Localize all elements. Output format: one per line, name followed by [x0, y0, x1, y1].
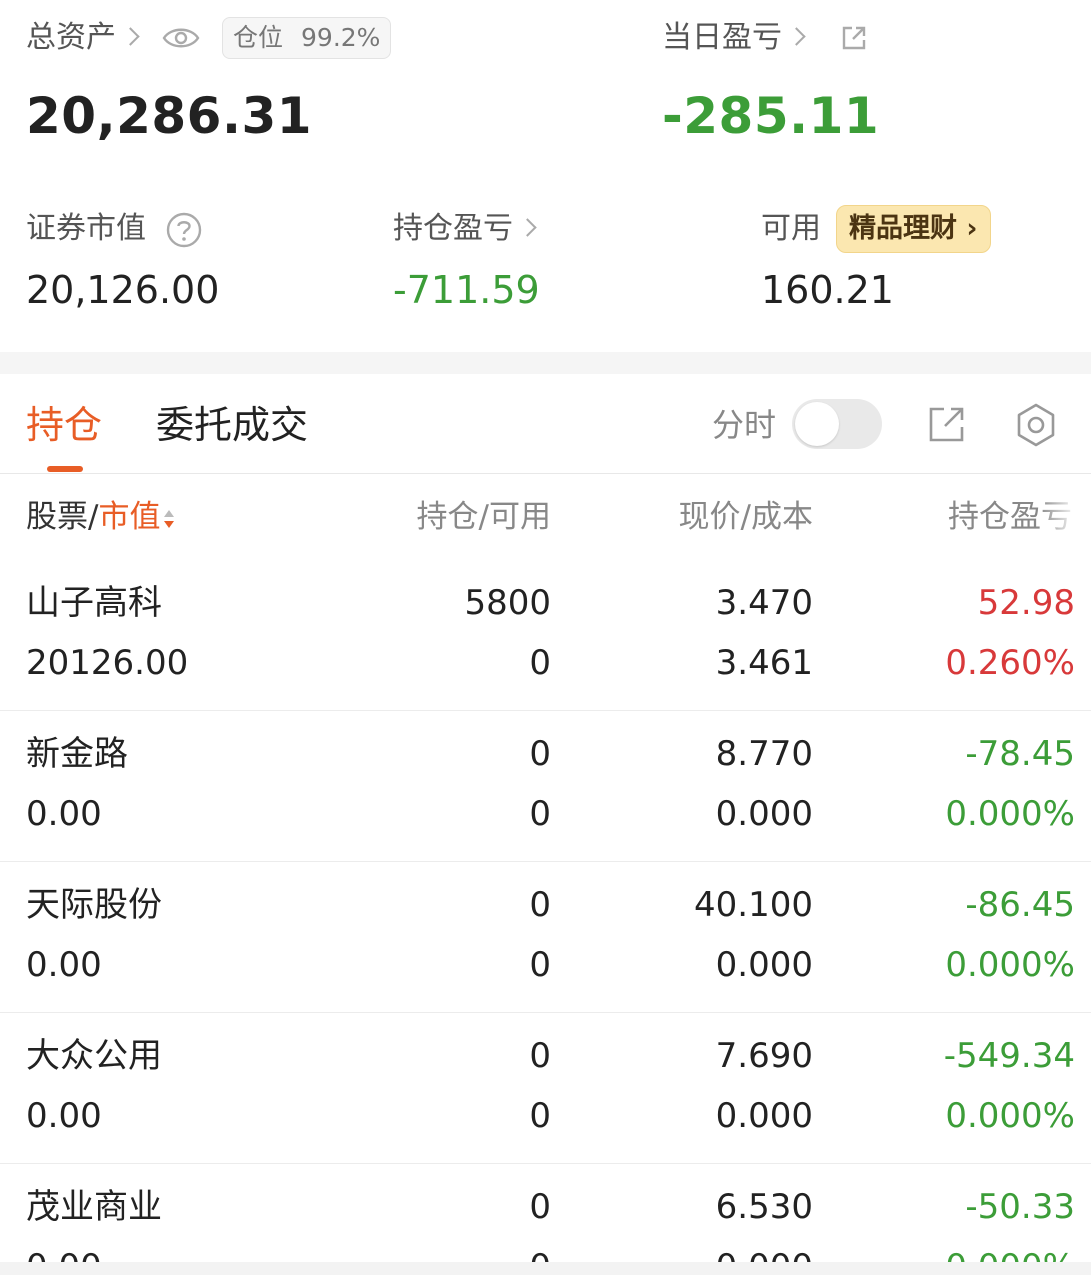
total-assets-link[interactable]: 总资产: [26, 18, 140, 58]
available-label: 可用: [761, 211, 821, 246]
wealth-products-button[interactable]: 精品理财 ›: [836, 205, 991, 253]
toggle-knob: [795, 402, 839, 446]
section-divider: [0, 352, 1091, 374]
market-value: 20,126.00: [26, 268, 220, 312]
current-price: 8.770: [715, 734, 813, 774]
question-circle-icon[interactable]: [166, 212, 202, 248]
current-price: 7.690: [715, 1036, 813, 1076]
wealth-products-label: 精品理财: [849, 213, 957, 244]
available-qty: 0: [529, 643, 551, 683]
bottom-edge: [0, 1262, 1091, 1275]
total-assets-label: 总资产: [26, 20, 116, 55]
daily-pnl-link[interactable]: 当日盈亏: [662, 18, 806, 58]
available-qty: 0: [529, 794, 551, 834]
holding-pnl-pct: 0.260%: [945, 643, 1075, 683]
position-qty: 0: [529, 885, 551, 925]
holding-pnl-value: -711.59: [393, 268, 540, 312]
daily-pnl-value: -285.11: [662, 87, 880, 145]
holding-pnl: -549.34: [943, 1036, 1075, 1076]
header-stock: 股票: [26, 499, 88, 535]
position-qty: 5800: [464, 583, 551, 623]
current-price: 3.470: [715, 583, 813, 623]
position-qty: 0: [529, 1036, 551, 1076]
current-price: 40.100: [694, 885, 813, 925]
sort-icon[interactable]: [162, 506, 176, 532]
intraday-label: 分时: [712, 406, 777, 444]
stock-market-value: 20126.00: [26, 643, 189, 683]
table-row[interactable]: 天际股份 0.00 0 0 40.100 0.000 -86.45 0.000%: [0, 862, 1091, 1013]
market-value-label: 证券市值: [26, 211, 146, 246]
holding-pnl-label: 持仓盈亏: [393, 211, 513, 246]
available-value: 160.21: [761, 268, 894, 312]
holding-pnl-link[interactable]: 持仓盈亏: [393, 209, 537, 249]
stock-name: 山子高科: [26, 583, 162, 623]
position-ratio-badge: 仓位 99.2%: [222, 17, 392, 59]
active-tab-indicator: [47, 466, 83, 472]
holding-pnl: -86.45: [965, 885, 1075, 925]
tab-holdings[interactable]: 持仓: [26, 402, 102, 448]
header-holding-pnl: 持仓盈亏: [948, 499, 1072, 535]
available-qty: 0: [529, 945, 551, 985]
chevron-right-icon: [518, 218, 537, 237]
external-link-icon[interactable]: [840, 24, 868, 52]
position-ratio-label: 仓位: [233, 23, 284, 52]
chevron-right-icon: [121, 27, 140, 46]
stock-name: 大众公用: [26, 1036, 162, 1076]
stock-name: 茂业商业: [26, 1187, 162, 1227]
header-market-value: 市值: [98, 499, 161, 535]
cost-price: 0.000: [715, 945, 813, 985]
holding-pnl-pct: 0.000%: [945, 945, 1075, 985]
table-row[interactable]: 新金路 0.00 0 0 8.770 0.000 -78.45 0.000%: [0, 711, 1091, 862]
stock-market-value: 0.00: [26, 794, 102, 834]
holdings-table-header: 股票/市值 持仓/可用 现价/成本 持仓盈亏: [0, 475, 1091, 560]
holdings-table: 山子高科 20126.00 5800 0 3.470 3.461 52.98 0…: [0, 560, 1091, 1265]
position-ratio-value: 99.2%: [301, 23, 381, 52]
chevron-right-icon: ›: [957, 213, 978, 244]
stock-name: 新金路: [26, 734, 128, 774]
total-assets-value: 20,286.31: [26, 87, 313, 145]
holding-pnl: 52.98: [977, 583, 1075, 623]
external-link-icon[interactable]: [927, 404, 967, 444]
chevron-right-icon: [787, 27, 806, 46]
table-row[interactable]: 山子高科 20126.00 5800 0 3.470 3.461 52.98 0…: [0, 560, 1091, 711]
tab-bar: 持仓 委托成交 分时: [0, 374, 1091, 474]
gear-icon[interactable]: [1013, 402, 1059, 448]
holding-pnl: -50.33: [965, 1187, 1075, 1227]
stock-market-value: 0.00: [26, 1096, 102, 1136]
position-qty: 0: [529, 1187, 551, 1227]
holding-pnl-pct: 0.000%: [945, 794, 1075, 834]
holding-pnl-pct: 0.000%: [945, 1096, 1075, 1136]
cost-price: 0.000: [715, 794, 813, 834]
header-slash: /: [88, 499, 99, 535]
table-row[interactable]: 大众公用 0.00 0 0 7.690 0.000 -549.34 0.000%: [0, 1013, 1091, 1164]
tab-orders[interactable]: 委托成交: [156, 402, 308, 448]
header-position: 持仓/可用: [416, 499, 551, 535]
header-stock-market-value[interactable]: 股票/市值: [26, 495, 176, 539]
cost-price: 0.000: [715, 1096, 813, 1136]
current-price: 6.530: [715, 1187, 813, 1227]
cost-price: 3.461: [715, 643, 813, 683]
table-row[interactable]: 茂业商业 0.00 0 0 6.530 0.000 -50.33 0.000%: [0, 1164, 1091, 1265]
stock-market-value: 0.00: [26, 945, 102, 985]
available-qty: 0: [529, 1096, 551, 1136]
intraday-toggle[interactable]: [792, 399, 882, 449]
eye-icon[interactable]: [162, 25, 200, 51]
header-price-cost: 现价/成本: [678, 499, 813, 535]
stock-name: 天际股份: [26, 885, 162, 925]
position-qty: 0: [529, 734, 551, 774]
daily-pnl-label: 当日盈亏: [662, 20, 782, 55]
holding-pnl: -78.45: [965, 734, 1075, 774]
account-summary: 总资产 仓位 99.2% 20,286.31 当日盈亏 -285.11 证券市值 …: [0, 0, 1091, 352]
